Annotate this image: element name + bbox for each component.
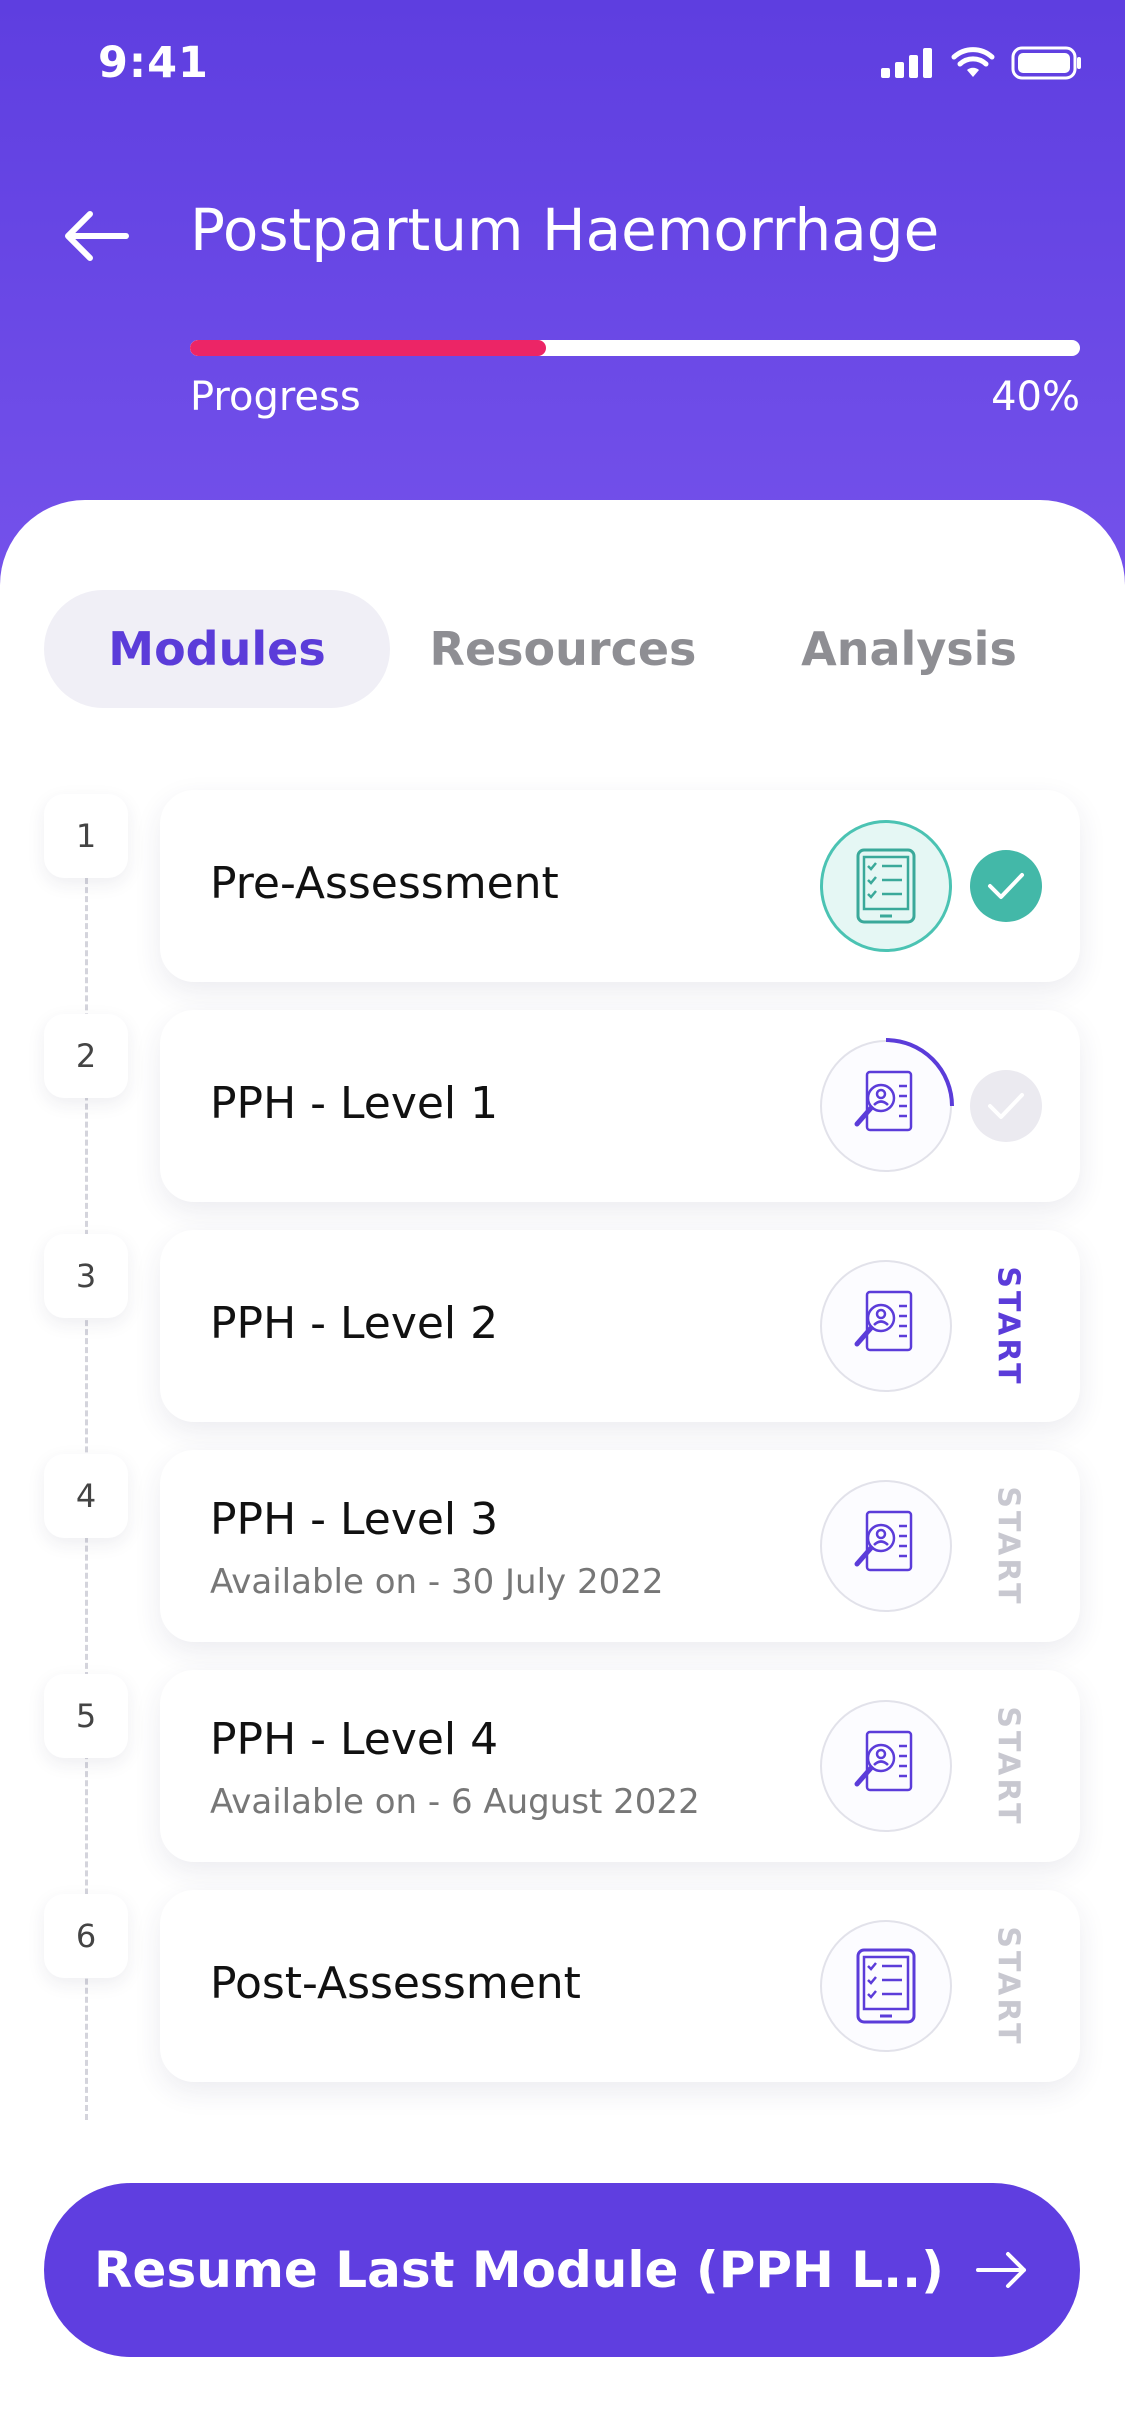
wifi-icon xyxy=(951,47,995,77)
module-icon xyxy=(820,1700,952,1832)
profile-search-icon xyxy=(854,1290,913,1352)
arrow-right-icon xyxy=(975,2252,1026,2288)
status-icons xyxy=(881,46,1083,80)
module-icon xyxy=(820,820,952,952)
progress-percentage: 40% xyxy=(991,374,1080,420)
start-label: START xyxy=(990,1705,1026,1827)
start-button-disabled: START xyxy=(978,1706,1038,1826)
module-card-pre-assessment[interactable]: Pre-Assessment xyxy=(160,790,1080,982)
module-title: Pre-Assessment xyxy=(210,858,559,909)
progress-bar xyxy=(190,340,1080,356)
resume-button-label: Resume Last Module (PPH L..) xyxy=(94,2241,944,2299)
status-time: 9:41 xyxy=(98,38,209,88)
checklist-tablet-icon xyxy=(856,1948,916,2024)
back-arrow-icon[interactable] xyxy=(60,200,132,272)
start-label: START xyxy=(990,1265,1026,1387)
progress-fill xyxy=(190,340,546,356)
module-card-pph-level-2[interactable]: PPH - Level 2 START xyxy=(160,1230,1080,1422)
start-button-disabled: START xyxy=(978,1486,1038,1606)
module-availability: Available on - 30 July 2022 xyxy=(210,1562,664,1602)
module-number: 4 xyxy=(44,1454,128,1538)
profile-search-icon xyxy=(854,1510,913,1572)
module-icon xyxy=(820,1260,952,1392)
tab-resources[interactable]: Resources xyxy=(390,590,736,708)
resume-last-module-button[interactable]: Resume Last Module (PPH L..) xyxy=(44,2183,1080,2357)
module-card-post-assessment[interactable]: Post-Assessment START xyxy=(160,1890,1080,2082)
module-card-pph-level-4[interactable]: PPH - Level 4 Available on - 6 August 20… xyxy=(160,1670,1080,1862)
completed-check-icon xyxy=(970,850,1042,922)
module-title: PPH - Level 3 xyxy=(210,1494,499,1545)
pending-check-icon xyxy=(970,1070,1042,1142)
page-title: Postpartum Haemorrhage xyxy=(190,196,940,264)
tab-modules[interactable]: Modules xyxy=(44,590,390,708)
module-icon xyxy=(820,1920,952,2052)
progress-label: Progress xyxy=(190,374,361,420)
start-label: START xyxy=(990,1925,1026,2047)
progress-ring xyxy=(885,1038,954,1107)
signal-icon xyxy=(881,48,932,78)
module-card-pph-level-1[interactable]: PPH - Level 1 xyxy=(160,1010,1080,1202)
module-title: PPH - Level 2 xyxy=(210,1298,499,1349)
module-title: PPH - Level 4 xyxy=(210,1714,499,1765)
module-title: PPH - Level 1 xyxy=(210,1078,499,1129)
module-card-pph-level-3[interactable]: PPH - Level 3 Available on - 30 July 202… xyxy=(160,1450,1080,1642)
start-button-disabled: START xyxy=(978,1926,1038,2046)
module-number: 6 xyxy=(44,1894,128,1978)
start-label: START xyxy=(990,1485,1026,1607)
module-title: Post-Assessment xyxy=(210,1958,581,2009)
module-icon xyxy=(820,1480,952,1612)
module-number: 3 xyxy=(44,1234,128,1318)
module-number: 2 xyxy=(44,1014,128,1098)
battery-icon xyxy=(1011,46,1081,80)
module-number: 1 xyxy=(44,794,128,878)
checklist-tablet-icon xyxy=(856,848,916,924)
profile-search-icon xyxy=(854,1730,913,1792)
tab-analysis[interactable]: Analysis xyxy=(736,590,1082,708)
module-number: 5 xyxy=(44,1674,128,1758)
start-button[interactable]: START xyxy=(978,1266,1038,1386)
module-availability: Available on - 6 August 2022 xyxy=(210,1782,700,1822)
